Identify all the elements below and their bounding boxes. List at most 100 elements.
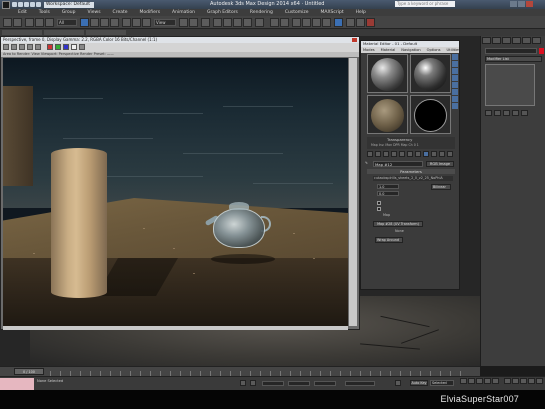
go-to-start-icon[interactable] — [460, 378, 467, 384]
make-unique-icon[interactable] — [399, 151, 405, 157]
go-forward-to-sibling-icon[interactable] — [447, 151, 453, 157]
clear-icon[interactable] — [35, 44, 41, 50]
blue-channel-icon[interactable] — [63, 44, 69, 50]
modifier-list-dropdown[interactable]: Modifier List — [485, 56, 542, 62]
play-icon[interactable] — [476, 378, 483, 384]
absolute-mode-icon[interactable] — [250, 380, 256, 386]
options-icon[interactable] — [452, 96, 458, 102]
frame-window-vertical-scrollbar[interactable] — [349, 58, 357, 326]
select-rotate-icon[interactable] — [132, 18, 141, 27]
time-slider[interactable]: 0 / 100 — [14, 368, 44, 375]
next-frame-icon[interactable] — [484, 378, 491, 384]
menu-create[interactable]: Create — [113, 10, 128, 15]
red-channel-icon[interactable] — [47, 44, 53, 50]
link-icon[interactable] — [25, 18, 34, 27]
copy-image-icon[interactable] — [11, 44, 17, 50]
sample-slot[interactable] — [410, 54, 451, 93]
zoom-all-icon[interactable] — [512, 378, 519, 384]
assign-to-selection-icon[interactable] — [383, 151, 389, 157]
mirror-icon[interactable] — [270, 18, 279, 27]
close-button[interactable] — [526, 1, 533, 7]
menu-help[interactable]: Help — [356, 10, 366, 15]
material-name-field[interactable]: Map #12 — [373, 161, 423, 167]
search-input[interactable]: Type a keyword or phrase — [395, 1, 455, 7]
edit-named-selection-icon[interactable] — [255, 18, 264, 27]
hierarchy-tab-icon[interactable] — [502, 37, 511, 44]
parameter-field[interactable]: 0.0 — [377, 191, 399, 196]
print-image-icon[interactable] — [27, 44, 33, 50]
save-image-icon[interactable] — [3, 44, 9, 50]
object-color-swatch[interactable] — [539, 48, 544, 54]
menu-customize[interactable]: Customize — [285, 10, 309, 15]
percent-snap-icon[interactable] — [233, 18, 242, 27]
create-tab-icon[interactable] — [482, 37, 491, 44]
menu-rendering[interactable]: Rendering — [250, 10, 273, 15]
ribbon-tab[interactable] — [2, 30, 42, 35]
selection-lock-icon[interactable] — [240, 380, 246, 386]
x-coordinate-field[interactable] — [262, 381, 284, 386]
get-material-icon[interactable] — [367, 151, 373, 157]
curve-editor-icon[interactable] — [312, 18, 321, 27]
maxscript-listener[interactable] — [0, 378, 34, 390]
pin-stack-icon[interactable] — [485, 110, 492, 116]
configure-modifier-sets-icon[interactable] — [521, 110, 528, 116]
sample-slot-active[interactable] — [410, 95, 451, 134]
keyboard-shortcut-override-icon[interactable] — [201, 18, 210, 27]
menu-tools[interactable]: Tools — [39, 10, 50, 15]
frame-window-horizontal-scrollbar[interactable] — [3, 326, 348, 330]
render-production-icon[interactable] — [366, 18, 375, 27]
menu-group[interactable]: Group — [62, 10, 76, 15]
rendered-frame-window[interactable]: Perspective, frame 0, Display Gamma: 2.2… — [0, 36, 360, 330]
grid-value-field[interactable] — [345, 381, 375, 386]
minimize-button[interactable] — [510, 1, 517, 7]
put-to-scene-icon[interactable] — [375, 151, 381, 157]
menu-animation[interactable]: Animation — [172, 10, 195, 15]
video-color-check-icon[interactable] — [452, 82, 458, 88]
ribbon-tab[interactable] — [44, 30, 84, 35]
filtering-dropdown[interactable]: Bilinear — [431, 184, 451, 190]
me-menu-options[interactable]: Options — [427, 48, 441, 52]
rendered-frame-window-icon[interactable] — [356, 18, 365, 27]
frame-window-close-button[interactable] — [352, 38, 357, 42]
motion-tab-icon[interactable] — [512, 37, 521, 44]
reset-map-icon[interactable] — [391, 151, 397, 157]
new-file-icon[interactable] — [12, 2, 17, 7]
bitmap-path-button[interactable]: cutaobsplrills_sheets_2_0_v2_25_NoPhiA — [373, 176, 453, 181]
orbit-icon[interactable] — [528, 378, 535, 384]
select-object-icon[interactable] — [80, 18, 89, 27]
display-tab-icon[interactable] — [522, 37, 531, 44]
material-editor-icon[interactable] — [334, 18, 343, 27]
reference-coordinate-dropdown[interactable]: View — [154, 19, 176, 26]
show-end-result-icon[interactable] — [494, 110, 501, 116]
redo-icon[interactable] — [13, 18, 22, 27]
rectangular-selection-icon[interactable] — [100, 18, 109, 27]
unlink-icon[interactable] — [35, 18, 44, 27]
map-transform-button[interactable]: Map #28 (UV Transform) — [373, 221, 423, 227]
remove-modifier-icon[interactable] — [512, 110, 519, 116]
bind-space-warp-icon[interactable] — [45, 18, 54, 27]
clone-window-icon[interactable] — [19, 44, 25, 50]
window-crossing-icon[interactable] — [110, 18, 119, 27]
me-menu-utilities[interactable]: Utilities — [447, 48, 461, 52]
menu-graph-editors[interactable]: Graph Editors — [207, 10, 238, 15]
previous-frame-icon[interactable] — [468, 378, 475, 384]
monochrome-icon[interactable] — [79, 44, 85, 50]
green-channel-icon[interactable] — [55, 44, 61, 50]
undo-icon[interactable] — [30, 2, 35, 7]
parameters-rollout[interactable]: Parameters — [367, 169, 455, 174]
app-logo-icon[interactable] — [2, 0, 10, 9]
maximize-viewport-icon[interactable] — [536, 378, 543, 384]
zoom-icon[interactable] — [504, 378, 511, 384]
select-by-name-icon[interactable] — [90, 18, 99, 27]
backlight-icon[interactable] — [452, 61, 458, 67]
undo-icon[interactable] — [3, 18, 12, 27]
background-icon[interactable] — [452, 68, 458, 74]
object-name-field[interactable] — [485, 48, 537, 54]
save-file-icon[interactable] — [24, 2, 29, 7]
parameter-field[interactable]: 1.0 — [377, 184, 399, 189]
y-coordinate-field[interactable] — [288, 381, 310, 386]
auto-key-button[interactable]: Auto Key — [410, 380, 428, 386]
key-filter-dropdown[interactable]: Selected — [430, 380, 454, 386]
select-by-material-icon[interactable] — [452, 103, 458, 109]
open-file-icon[interactable] — [18, 2, 23, 7]
